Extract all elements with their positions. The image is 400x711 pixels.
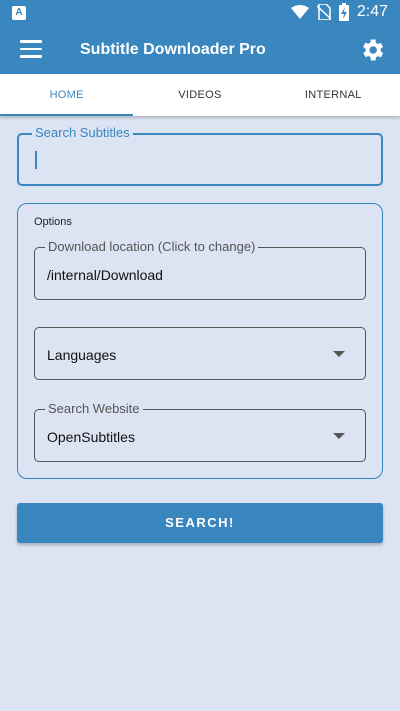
status-time: 2:47	[356, 3, 388, 20]
app-notification-icon: A	[12, 6, 26, 20]
languages-value: Languages	[47, 347, 117, 363]
text-cursor	[35, 151, 37, 169]
languages-dropdown[interactable]: Languages	[34, 327, 366, 380]
search-subtitles-label: Search Subtitles	[32, 125, 133, 141]
app-bar: Subtitle Downloader Pro	[0, 26, 400, 74]
search-subtitles-input[interactable]: Search Subtitles	[17, 125, 383, 186]
search-website-value: OpenSubtitles	[47, 429, 135, 445]
wifi-icon	[290, 5, 309, 19]
gear-icon[interactable]	[358, 36, 386, 64]
hamburger-menu-icon[interactable]	[20, 40, 42, 60]
search-website-label: Search Website	[45, 401, 143, 417]
battery-charging-icon	[338, 3, 349, 21]
no-sim-icon	[316, 4, 331, 20]
download-location-field[interactable]: Download location (Click to change) /int…	[34, 239, 366, 300]
tab-home[interactable]: HOME	[0, 74, 134, 116]
status-icons: 2:47	[290, 3, 388, 21]
options-card: Options Download location (Click to chan…	[17, 203, 383, 479]
tab-internal[interactable]: INTERNAL	[267, 74, 400, 116]
options-title: Options	[34, 216, 72, 228]
status-bar: A 2:47	[0, 0, 400, 26]
tab-bar: HOME VIDEOS INTERNAL	[0, 74, 400, 116]
search-button[interactable]: SEARCH!	[17, 503, 383, 543]
tab-videos[interactable]: VIDEOS	[133, 74, 266, 116]
search-website-dropdown[interactable]: Search Website OpenSubtitles	[34, 401, 366, 462]
chevron-down-icon	[333, 433, 345, 439]
app-title: Subtitle Downloader Pro	[80, 41, 266, 58]
download-location-label: Download location (Click to change)	[45, 239, 259, 255]
download-location-value: /internal/Download	[47, 267, 163, 283]
chevron-down-icon	[333, 351, 345, 357]
